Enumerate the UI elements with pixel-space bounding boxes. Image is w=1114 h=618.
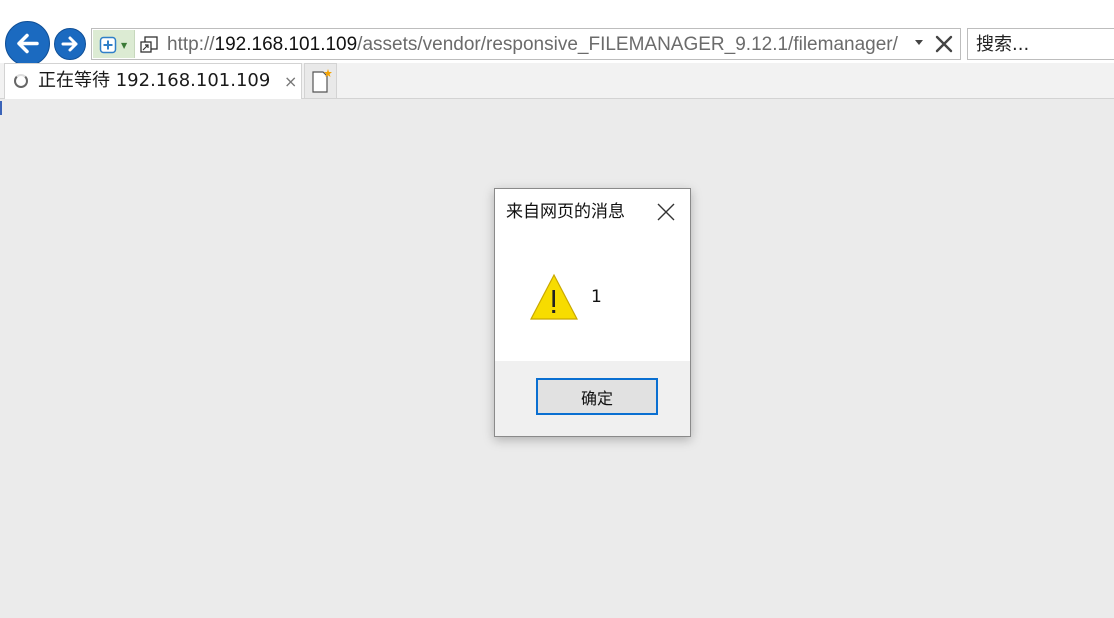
new-tab-button[interactable] [304, 63, 337, 98]
arrow-left-icon [17, 33, 39, 54]
stop-icon[interactable] [934, 34, 954, 54]
tab-strip: 正在等待 192.168.101.109 × [0, 63, 1114, 99]
dialog-title: 来自网页的消息 [506, 202, 625, 222]
compatibility-view-icon [99, 36, 117, 54]
alert-dialog: 来自网页的消息 1 确定 [494, 188, 691, 437]
compatibility-view-button[interactable]: ▼ [93, 30, 135, 58]
page-edge-mark [0, 101, 2, 115]
tab-close-icon[interactable]: × [284, 72, 297, 91]
new-tab-icon [312, 69, 332, 93]
url-text[interactable]: http://192.168.101.109/assets/vendor/res… [167, 33, 907, 57]
arrow-right-icon [61, 36, 78, 52]
url-path: /assets/vendor/responsive_FILEMANAGER_9.… [357, 34, 898, 55]
url-prefix: http:// [167, 34, 215, 55]
close-icon[interactable] [656, 202, 676, 222]
dialog-message: 1 [591, 287, 602, 307]
url-dropdown-icon[interactable] [914, 39, 924, 47]
dialog-footer: 确定 [495, 361, 690, 436]
search-box[interactable] [967, 28, 1114, 60]
forward-button[interactable] [54, 28, 86, 60]
warning-icon [530, 273, 578, 320]
tab-active[interactable]: 正在等待 192.168.101.109 × [4, 63, 302, 99]
url-host: 192.168.101.109 [214, 34, 358, 55]
page-icon [140, 36, 158, 53]
loading-spinner-icon [14, 74, 28, 88]
chevron-down-icon: ▼ [121, 41, 128, 50]
tab-title: 正在等待 192.168.101.109 [38, 70, 271, 91]
search-input[interactable] [968, 29, 1114, 59]
browser-toolbar: ▼ http://192.168.101.109/assets/vendor/r… [0, 0, 1114, 66]
back-button[interactable] [5, 21, 50, 66]
address-bar[interactable]: ▼ http://192.168.101.109/assets/vendor/r… [91, 28, 961, 60]
ok-button[interactable]: 确定 [536, 378, 658, 415]
